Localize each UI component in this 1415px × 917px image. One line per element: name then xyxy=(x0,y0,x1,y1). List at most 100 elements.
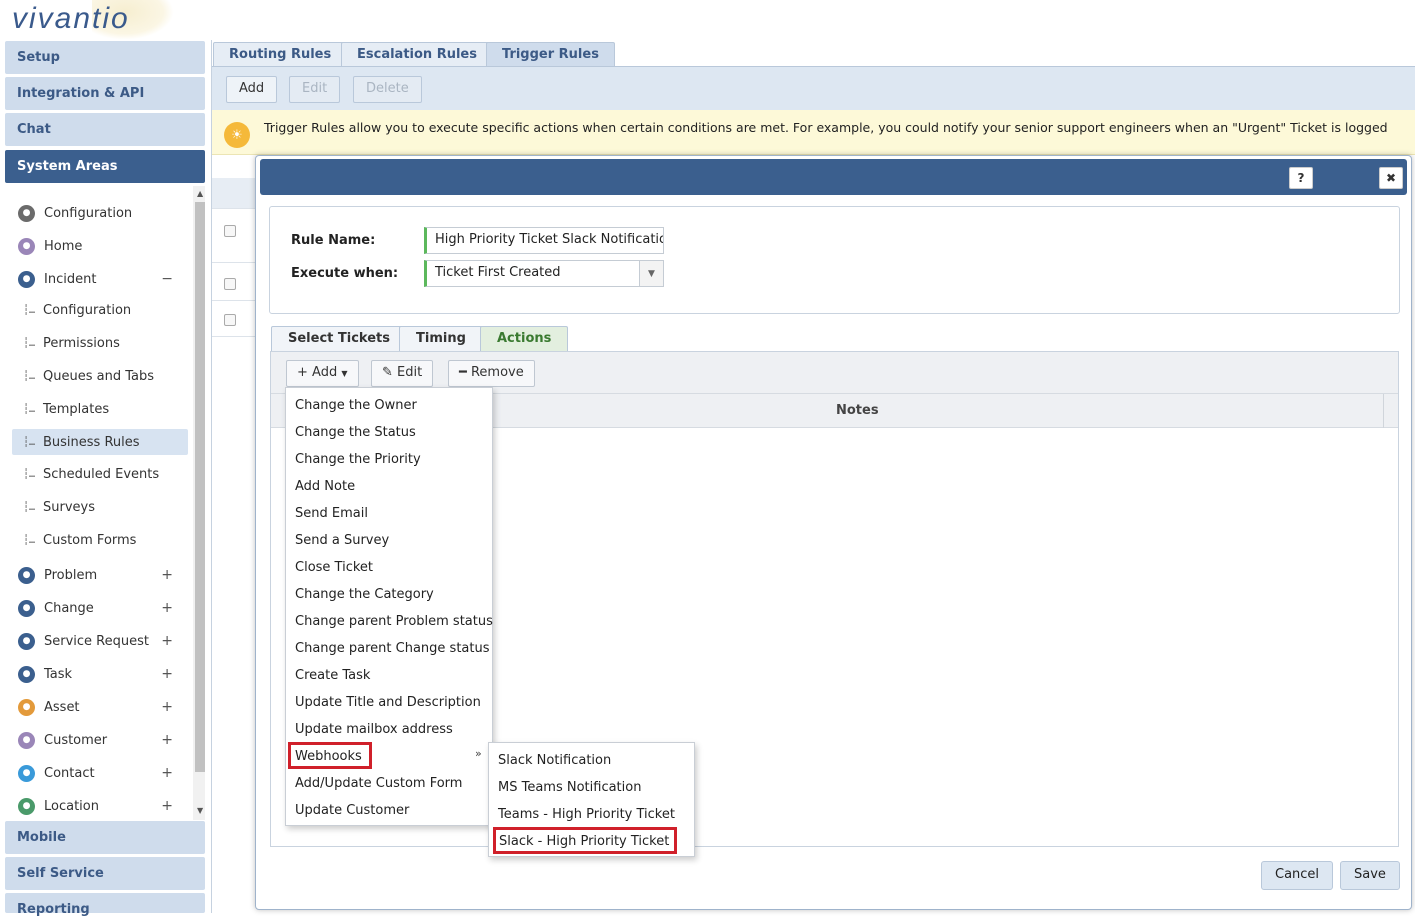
menu-item-webhooks[interactable]: Webhooks xyxy=(288,742,372,769)
sidebar-item-queues-and-tabs[interactable]: ┆… Queues and Tabs xyxy=(5,363,187,389)
menu-item-create-task[interactable]: Create Task xyxy=(286,661,492,688)
logo: vivantio xyxy=(12,2,130,35)
menu-item-update-mailbox-address[interactable]: Update mailbox address xyxy=(286,715,492,742)
sidebar-item-configuration[interactable]: ┆… Configuration xyxy=(5,297,187,323)
expand-icon[interactable]: + xyxy=(161,633,173,649)
help-button[interactable]: ? xyxy=(1289,167,1313,189)
menu-item-close-ticket[interactable]: Close Ticket xyxy=(286,553,492,580)
menu-item-change-the-owner[interactable]: Change the Owner xyxy=(286,391,492,418)
scroll-down-icon[interactable]: ▼ xyxy=(197,806,203,815)
sidebar-item-label: Location xyxy=(44,798,99,814)
sidebar-section-chat[interactable]: Chat xyxy=(5,113,205,146)
background-row-line xyxy=(212,336,257,337)
rule-name-input[interactable]: High Priority Ticket Slack Notification xyxy=(424,227,664,254)
sidebar-section-self-service[interactable]: Self Service xyxy=(5,857,205,890)
change-icon: ● xyxy=(18,599,35,617)
sidebar-section-setup[interactable]: Setup xyxy=(5,41,205,74)
expand-icon[interactable]: + xyxy=(161,600,173,616)
edit-rule-button[interactable]: Edit xyxy=(289,76,341,103)
scroll-thumb[interactable] xyxy=(195,202,205,772)
add-rule-button[interactable]: Add xyxy=(226,76,278,103)
expand-icon[interactable]: + xyxy=(161,765,173,781)
sidebar-section-mobile[interactable]: Mobile xyxy=(5,821,205,854)
sidebar-item-label: Custom Forms xyxy=(43,532,137,548)
menu-item-update-customer[interactable]: Update Customer xyxy=(286,796,492,823)
sidebar-item-contact[interactable]: ● Contact + xyxy=(5,760,187,786)
row-checkbox[interactable] xyxy=(224,278,236,290)
sidebar-item-permissions[interactable]: ┆… Permissions xyxy=(5,330,187,356)
sidebar-item-surveys[interactable]: ┆… Surveys xyxy=(5,494,187,520)
webhook-item-slack-high-priority-ticket[interactable]: Slack - High Priority Ticket xyxy=(493,827,677,854)
menu-item-change-the-category[interactable]: Change the Category xyxy=(286,580,492,607)
sidebar-item-asset[interactable]: ● Asset + xyxy=(5,694,187,720)
menu-item-change-parent-change-status[interactable]: Change parent Change status xyxy=(286,634,492,661)
tab-select-tickets[interactable]: Select Tickets xyxy=(271,326,407,352)
sidebar-item-label: Configuration xyxy=(44,205,133,221)
tree-branch-icon: ┆… xyxy=(23,337,36,349)
sidebar-section-system-areas[interactable]: System Areas xyxy=(5,150,205,183)
customer-icon: ● xyxy=(18,731,35,749)
pencil-icon: ✎ xyxy=(382,365,393,380)
caret-down-icon: ▼ xyxy=(341,369,348,378)
scroll-up-icon[interactable]: ▲ xyxy=(197,189,203,198)
chevron-down-icon[interactable]: ▼ xyxy=(639,261,663,286)
sidebar-item-custom-forms[interactable]: ┆… Custom Forms xyxy=(5,527,187,553)
sidebar-item-home[interactable]: ● Home xyxy=(5,233,187,259)
tab-timing[interactable]: Timing xyxy=(399,326,483,352)
menu-item-send-email[interactable]: Send Email xyxy=(286,499,492,526)
row-checkbox[interactable] xyxy=(224,225,236,237)
menu-item-add-update-custom-form[interactable]: Add/Update Custom Form xyxy=(286,769,492,796)
webhook-item-slack-notification[interactable]: Slack Notification xyxy=(489,746,694,773)
menu-item-add-note[interactable]: Add Note xyxy=(286,472,492,499)
sidebar-item-templates[interactable]: ┆… Templates xyxy=(5,396,187,422)
tab-routing-rules[interactable]: Routing Rules xyxy=(213,42,348,67)
sidebar-item-scheduled-events[interactable]: ┆… Scheduled Events xyxy=(5,461,187,487)
remove-action-button[interactable]: ━ Remove xyxy=(448,360,535,387)
expand-icon[interactable]: + xyxy=(161,567,173,583)
edit-action-button[interactable]: ✎ Edit xyxy=(371,360,434,387)
sidebar-section-integration[interactable]: Integration & API xyxy=(5,77,205,110)
menu-item-change-the-status[interactable]: Change the Status xyxy=(286,418,492,445)
sidebar-item-task[interactable]: ● Task + xyxy=(5,661,187,687)
sidebar-item-incident[interactable]: ● Incident − xyxy=(5,266,187,292)
execute-when-select[interactable]: Ticket First Created ▼ xyxy=(424,260,664,287)
menu-item-change-the-priority[interactable]: Change the Priority xyxy=(286,445,492,472)
sidebar-item-change[interactable]: ● Change + xyxy=(5,595,187,621)
menu-item-update-title-and-description[interactable]: Update Title and Description xyxy=(286,688,492,715)
collapse-icon[interactable]: − xyxy=(161,271,173,287)
add-action-button[interactable]: + Add ▼ xyxy=(286,360,359,387)
tab-actions[interactable]: Actions xyxy=(480,326,569,352)
remove-action-label: Remove xyxy=(470,365,524,380)
webhook-item-ms-teams-notification[interactable]: MS Teams Notification xyxy=(489,773,694,800)
sidebar-scrollbar[interactable]: ▲ ▼ xyxy=(193,186,205,820)
sidebar-item-label: Queues and Tabs xyxy=(43,368,154,384)
save-button[interactable]: Save xyxy=(1340,861,1400,890)
close-icon[interactable]: ✖ xyxy=(1379,167,1403,189)
menu-item-change-parent-problem-status[interactable]: Change parent Problem status xyxy=(286,607,493,634)
info-bar: ☀ Trigger Rules allow you to execute spe… xyxy=(212,110,1415,155)
sidebar-item-configuration[interactable]: ● Configuration xyxy=(5,200,187,226)
tree-branch-icon: ┆… xyxy=(23,304,36,316)
column-separator[interactable] xyxy=(1383,394,1384,428)
expand-icon[interactable]: + xyxy=(161,666,173,682)
notes-label: Notes xyxy=(836,403,879,418)
tab-trigger-rules[interactable]: Trigger Rules xyxy=(486,42,615,67)
dialog-title-bar[interactable]: ? ✖ xyxy=(260,159,1407,195)
sidebar-item-location[interactable]: ● Location + xyxy=(5,793,187,819)
delete-rule-button[interactable]: Delete xyxy=(353,76,422,103)
webhook-item-teams-high-priority-ticket[interactable]: Teams - High Priority Ticket xyxy=(489,800,694,827)
row-checkbox[interactable] xyxy=(224,314,236,326)
sidebar-item-label: Customer xyxy=(44,732,108,748)
cancel-button[interactable]: Cancel xyxy=(1261,861,1334,890)
menu-item-send-a-survey[interactable]: Send a Survey xyxy=(286,526,492,553)
sidebar-item-problem[interactable]: ● Problem + xyxy=(5,562,187,588)
sidebar-item-business-rules[interactable]: ┆… Business Rules xyxy=(12,429,188,455)
tree-branch-icon: ┆… xyxy=(23,436,36,448)
sidebar-section-reporting[interactable]: Reporting xyxy=(5,893,205,917)
expand-icon[interactable]: + xyxy=(161,732,173,748)
expand-icon[interactable]: + xyxy=(161,798,173,814)
expand-icon[interactable]: + xyxy=(161,699,173,715)
sidebar-item-customer[interactable]: ● Customer + xyxy=(5,727,187,753)
tab-escalation-rules[interactable]: Escalation Rules xyxy=(341,42,493,67)
sidebar-item-service-request[interactable]: ● Service Request + xyxy=(5,628,187,654)
